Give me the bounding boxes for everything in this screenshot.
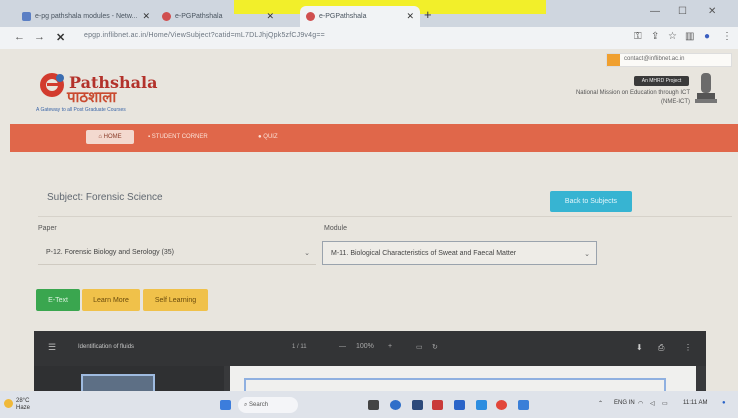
ministry-text: National Mission on Education through IC… <box>530 89 690 107</box>
epg-logo-icon <box>40 73 64 97</box>
zoom-in-icon[interactable]: + <box>388 343 392 350</box>
maximize-icon[interactable]: ☐ <box>678 6 687 17</box>
search-label: Search <box>249 402 269 408</box>
tab-label: e-PGPathshala <box>319 13 367 20</box>
tagline: A Gateway to all Post Graduate Courses <box>36 107 126 113</box>
sidebar-icon[interactable]: ▥ <box>685 31 694 42</box>
new-tab-icon[interactable]: + <box>424 7 432 22</box>
weather-temp: 28°C <box>16 398 30 404</box>
print-icon[interactable]: ⎙ <box>658 343 664 353</box>
taskbar-search[interactable]: ⌕ Search <box>238 397 298 413</box>
tab-label: e-pg pathshala modules - Netw... <box>35 13 138 20</box>
speaker-icon[interactable]: ◁ <box>650 400 655 407</box>
module-select[interactable]: M-11. Biological Characteristics of Swea… <box>322 241 597 265</box>
key-icon[interactable]: ⚿ <box>634 31 642 42</box>
download-icon[interactable]: ⬇ <box>636 343 643 352</box>
weather-widget[interactable]: 28°C Haze <box>16 398 30 412</box>
tab-label: e-PGPathshala <box>175 13 223 20</box>
store-icon[interactable] <box>476 400 487 410</box>
main-nav: ⌂ HOME ▪ STUDENT CORNER ● QUIZ <box>10 124 738 152</box>
subject-title: Subject: Forensic Science <box>47 192 163 203</box>
email-bar[interactable]: contact@inflibnet.ac.in <box>606 53 732 67</box>
back-to-subjects-button[interactable]: Back to Subjects <box>550 191 632 212</box>
browser-tab-2[interactable]: e-PGPathshala ✕ <box>156 6 280 27</box>
task-view-icon[interactable] <box>368 400 379 410</box>
learn-more-button[interactable]: Learn More <box>82 289 140 311</box>
star-icon[interactable]: ☆ <box>668 31 677 42</box>
browser-tab-1[interactable]: e-pg pathshala modules - Netw... ✕ <box>16 6 156 27</box>
self-learning-button[interactable]: Self Learning <box>143 289 208 311</box>
close-icon[interactable]: ✕ <box>406 11 414 22</box>
nav-home-label: HOME <box>103 134 122 140</box>
taskbar: 28°C Haze ⌕ Search ⌃ ENG IN ◠ ◁ ▭ 11:11 … <box>0 391 738 418</box>
notification-icon[interactable]: ● <box>722 400 726 406</box>
ministry-line-2: (NME-ICT) <box>661 99 690 105</box>
nav-home[interactable]: ⌂ HOME <box>86 130 134 144</box>
wifi-icon[interactable]: ◠ <box>638 400 643 407</box>
module-select-value: M-11. Biological Characteristics of Swea… <box>331 249 517 257</box>
menu-icon[interactable]: ⋮ <box>722 31 732 42</box>
back-icon[interactable]: ← <box>14 31 25 43</box>
chat-icon[interactable] <box>390 400 401 410</box>
divider <box>38 216 732 217</box>
rotate-icon[interactable]: ↻ <box>432 343 438 351</box>
nav-quiz-label: QUIZ <box>263 134 278 140</box>
pdf-viewer: ☰ Identification of fluids 1 / 11 — 100%… <box>34 331 706 393</box>
paper-select[interactable]: P-12. Forensic Biology and Serology (35)… <box>38 241 316 265</box>
more-options-icon[interactable]: ⋮ <box>684 343 692 352</box>
logo-hindi: पाठशाला <box>67 89 117 106</box>
pdf-title: Identification of fluids <box>78 344 135 350</box>
address-bar-row: ← → ✕ epgp.inflibnet.ac.in/Home/ViewSubj… <box>0 27 738 49</box>
share-icon[interactable]: ⇪ <box>651 31 659 42</box>
web-page: contact@inflibnet.ac.in Pathshala पाठशाल… <box>10 49 738 393</box>
menu-icon[interactable]: ☰ <box>48 342 56 353</box>
ministry-line-1: National Mission on Education through IC… <box>575 90 690 96</box>
browser-tab-3-active[interactable]: e-PGPathshala ✕ <box>300 6 420 27</box>
pdf-zoom-level[interactable]: 100% <box>356 343 374 350</box>
mhrd-badge: An MHRD Project <box>634 76 689 86</box>
tab-favicon-icon <box>162 12 171 21</box>
mail-app-icon[interactable] <box>518 400 529 410</box>
tray-chevron-icon[interactable]: ⌃ <box>598 400 603 407</box>
close-icon[interactable]: ✕ <box>266 11 274 22</box>
zoom-out-icon[interactable]: — <box>339 343 346 350</box>
files-icon[interactable] <box>454 400 465 410</box>
nav-student-corner[interactable]: ▪ STUDENT CORNER <box>148 130 208 144</box>
paper-label: Paper <box>38 225 57 232</box>
app-icon[interactable] <box>432 400 443 410</box>
mail-icon <box>607 54 620 66</box>
email-link[interactable]: contact@inflibnet.ac.in <box>624 56 684 62</box>
profile-icon[interactable]: ● <box>704 31 710 42</box>
battery-icon[interactable]: ▭ <box>662 400 668 407</box>
clock[interactable]: 11:11 AM <box>683 400 707 406</box>
module-label: Module <box>324 225 347 232</box>
pdf-page-indicator[interactable]: 1 / 11 <box>292 344 307 350</box>
close-icon[interactable]: ✕ <box>142 11 150 22</box>
start-icon[interactable] <box>220 400 231 410</box>
paper-select-value: P-12. Forensic Biology and Serology (35) <box>46 249 175 256</box>
weather-icon <box>4 399 13 408</box>
chrome-icon[interactable] <box>496 400 507 410</box>
fit-page-icon[interactable]: ▭ <box>416 343 423 351</box>
close-window-icon[interactable]: ✕ <box>708 6 716 17</box>
chevron-down-icon: ⌄ <box>584 251 590 258</box>
etext-button[interactable]: E-Text <box>36 289 80 311</box>
minimize-icon[interactable]: — <box>650 6 660 17</box>
address-input[interactable]: epgp.inflibnet.ac.in/Home/ViewSubject?ca… <box>84 32 325 39</box>
browser-tab-strip: e-pg pathshala modules - Netw... ✕ e-PGP… <box>0 0 738 27</box>
edge-icon[interactable] <box>412 400 423 410</box>
chevron-down-icon: ⌄ <box>304 250 310 257</box>
weather-desc: Haze <box>16 405 31 411</box>
pdf-toolbar: ☰ Identification of fluids 1 / 11 — 100%… <box>34 331 706 366</box>
language-indicator[interactable]: ENG IN <box>614 400 635 406</box>
nav-quiz[interactable]: ● QUIZ <box>258 130 278 144</box>
tab-favicon-icon <box>306 12 315 21</box>
nav-student-label: STUDENT CORNER <box>151 134 208 140</box>
forward-icon[interactable]: → <box>34 31 45 43</box>
stop-icon[interactable]: ✕ <box>56 31 65 44</box>
national-emblem-icon <box>695 73 717 103</box>
tab-favicon-icon <box>22 12 31 21</box>
